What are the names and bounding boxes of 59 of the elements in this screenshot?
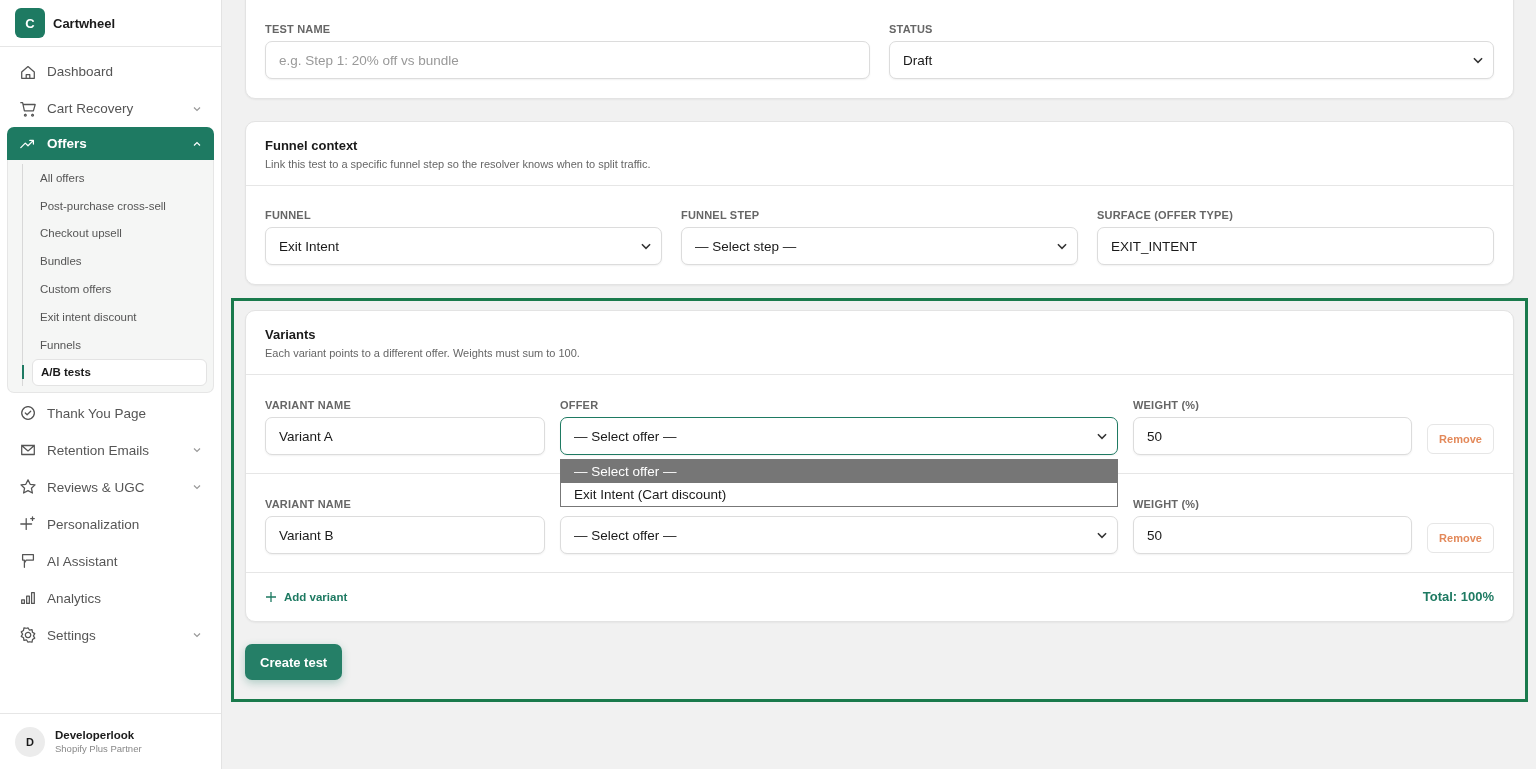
field-label: TEST NAME xyxy=(265,23,332,37)
nav-icon xyxy=(19,404,37,423)
nav-icon xyxy=(19,552,37,571)
submenu-item[interactable]: Exit intent discount xyxy=(32,303,207,331)
add-variant-button[interactable]: Add variant xyxy=(265,590,348,603)
sidebar-item[interactable]: Dashboard xyxy=(7,53,214,90)
submenu-item[interactable]: Bundles xyxy=(32,247,207,276)
field-label: VARIANT NAME xyxy=(265,399,352,413)
sidebar-item[interactable]: Settings xyxy=(7,616,214,654)
field-label: OFFER xyxy=(560,399,600,413)
submenu-item[interactable]: Checkout upsell xyxy=(32,219,207,248)
variant-name-field[interactable]: Variant A xyxy=(265,417,545,455)
sidebar-item[interactable]: Reviews & UGC xyxy=(7,468,214,506)
sidebar-item[interactable]: AI Assistant xyxy=(7,542,214,580)
sidebar-item[interactable]: Personalization xyxy=(7,505,214,543)
field-label: SURFACE (OFFER TYPE) xyxy=(1097,209,1234,223)
card-description: Link this test to a specific funnel step so the resolver knows when to split traffic. xyxy=(265,158,652,170)
field-label: WEIGHT (%) xyxy=(1133,498,1201,512)
weight-field[interactable]: 50 xyxy=(1133,516,1412,554)
nav-icon xyxy=(19,478,37,497)
sidebar-item[interactable]: Analytics xyxy=(7,579,214,617)
variant-name-field[interactable]: Variant B xyxy=(265,516,545,554)
sidebar-item[interactable]: Cart Recovery xyxy=(7,90,214,127)
user-avatar: D xyxy=(15,726,45,757)
select-field[interactable]: — Select step — xyxy=(681,227,1078,265)
user-name: Developerlook xyxy=(55,729,136,741)
select-field[interactable]: Exit Intent xyxy=(265,227,662,265)
weight-field[interactable]: 50 xyxy=(1133,417,1412,455)
app-logo: C xyxy=(15,8,45,38)
field-label: WEIGHT (%) xyxy=(1133,399,1201,413)
submenu-item[interactable]: Post-purchase cross-sell xyxy=(32,191,207,220)
sidebar-item[interactable]: Thank You Page xyxy=(7,394,214,432)
field-label: VARIANT NAME xyxy=(265,498,352,512)
input-field[interactable]: EXIT_INTENT xyxy=(1097,227,1494,265)
submenu-item[interactable]: Custom offers xyxy=(32,275,207,303)
submenu-item[interactable]: Funnels xyxy=(32,330,207,359)
total-weight: Total: 100% xyxy=(1422,589,1494,604)
card-title: Funnel context xyxy=(265,138,359,153)
sidebar-item[interactable]: Offers xyxy=(7,127,214,160)
user-role: Shopify Plus Partner xyxy=(55,743,142,754)
dropdown-option[interactable]: — Select offer — xyxy=(561,460,1117,483)
field-label: FUNNEL STEP xyxy=(681,209,761,223)
field-label: STATUS xyxy=(889,23,934,37)
offer-select[interactable]: — Select offer — xyxy=(560,516,1118,554)
submenu-item[interactable]: A/B tests xyxy=(32,358,207,386)
status-select[interactable]: Draft xyxy=(889,41,1494,79)
nav-icon xyxy=(19,99,37,118)
offer-select[interactable]: — Select offer — xyxy=(560,417,1118,455)
card-description: Each variant points to a different offer. Weights must sum to 100. xyxy=(265,347,581,359)
card-title: Variants xyxy=(265,327,317,342)
plus-icon xyxy=(265,590,277,603)
field-label: FUNNEL xyxy=(265,209,312,223)
sidebar-item[interactable]: Retention Emails xyxy=(7,431,214,469)
test-name-field[interactable]: e.g. Step 1: 20% off vs bundle xyxy=(265,41,870,79)
app-name: Cartwheel xyxy=(53,15,116,31)
submenu-item[interactable]: All offers xyxy=(32,164,207,192)
create-test-button[interactable]: Create test xyxy=(245,644,343,680)
dropdown-option[interactable]: Exit Intent (Cart discount) xyxy=(561,483,1117,506)
nav-icon xyxy=(19,626,37,645)
